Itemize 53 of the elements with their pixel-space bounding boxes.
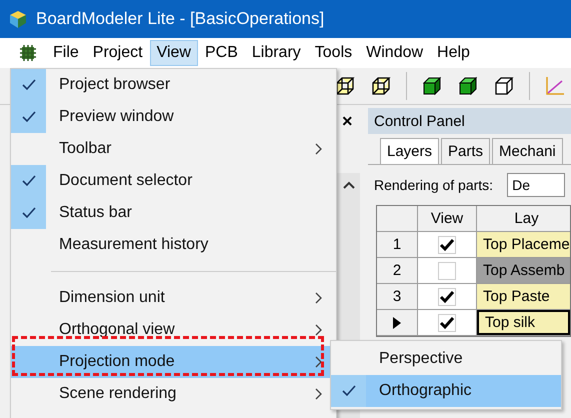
check-icon <box>22 175 36 187</box>
menu-option[interactable]: Status bar <box>11 197 336 229</box>
menu-item[interactable]: Window <box>359 40 430 66</box>
menu-option[interactable]: Orthographic <box>331 375 561 407</box>
layer-cell: Top Paste <box>477 284 570 309</box>
menu-option[interactable]: Toolbar <box>11 133 336 165</box>
check-icon <box>22 111 36 123</box>
layer-cell: Top Placeme <box>477 232 570 257</box>
layer-cell: Top silk <box>477 310 570 335</box>
row-header: 2 <box>377 258 418 283</box>
check-icon <box>342 385 356 397</box>
menu-item[interactable]: PCB <box>198 40 245 66</box>
checkbox[interactable] <box>438 236 456 254</box>
menu-item[interactable]: Tools <box>308 40 360 66</box>
checkbox[interactable] <box>438 314 456 332</box>
cube-logo-icon <box>8 9 28 29</box>
wireframe-cube-icon[interactable] <box>370 75 392 97</box>
menu-item[interactable]: Project <box>86 40 150 66</box>
rendering-dropdown[interactable]: De <box>507 173 565 197</box>
scroll-up-icon[interactable] <box>342 181 354 189</box>
row-header: 3 <box>377 284 418 309</box>
check-icon <box>22 79 36 91</box>
menu-option[interactable]: Preview window <box>11 101 336 133</box>
row-header: 1 <box>377 232 418 257</box>
menu-option[interactable]: Dimension unit <box>11 282 336 314</box>
menu-item[interactable]: File <box>46 40 86 66</box>
close-button[interactable]: × <box>342 111 353 132</box>
current-row-icon <box>393 316 401 328</box>
window-title: BoardModeler Lite - [BasicOperations] <box>36 9 324 29</box>
axes-icon[interactable] <box>544 75 566 97</box>
rendering-label: Rendering of parts: <box>374 177 494 193</box>
menu-item[interactable]: Library <box>244 40 308 66</box>
panel-title: Control Panel <box>374 112 465 130</box>
menu-option[interactable]: Project browser <box>11 69 336 101</box>
menu-option[interactable]: Measurement history <box>11 229 336 261</box>
menu-item[interactable]: View <box>150 40 198 66</box>
column-header: View <box>418 206 477 231</box>
menu-option[interactable]: Orthogonal view <box>11 314 336 346</box>
column-header: Lay <box>477 206 570 231</box>
wireframe-cube-icon[interactable] <box>493 75 515 97</box>
check-icon <box>22 207 36 219</box>
layer-cell: Top Assemb <box>477 258 570 283</box>
menu-item[interactable]: Help <box>430 40 477 66</box>
solid-cube-icon[interactable] <box>421 75 443 97</box>
tab[interactable]: Mechani <box>492 138 563 164</box>
checkbox[interactable] <box>438 288 456 306</box>
solid-cube-icon[interactable] <box>457 75 479 97</box>
menu-option[interactable]: Document selector <box>11 165 336 197</box>
wireframe-cube-icon[interactable] <box>334 75 356 97</box>
checkbox[interactable] <box>438 262 456 280</box>
tab[interactable]: Layers <box>380 138 440 164</box>
chip-icon[interactable] <box>18 43 38 63</box>
tab[interactable]: Parts <box>441 138 490 164</box>
